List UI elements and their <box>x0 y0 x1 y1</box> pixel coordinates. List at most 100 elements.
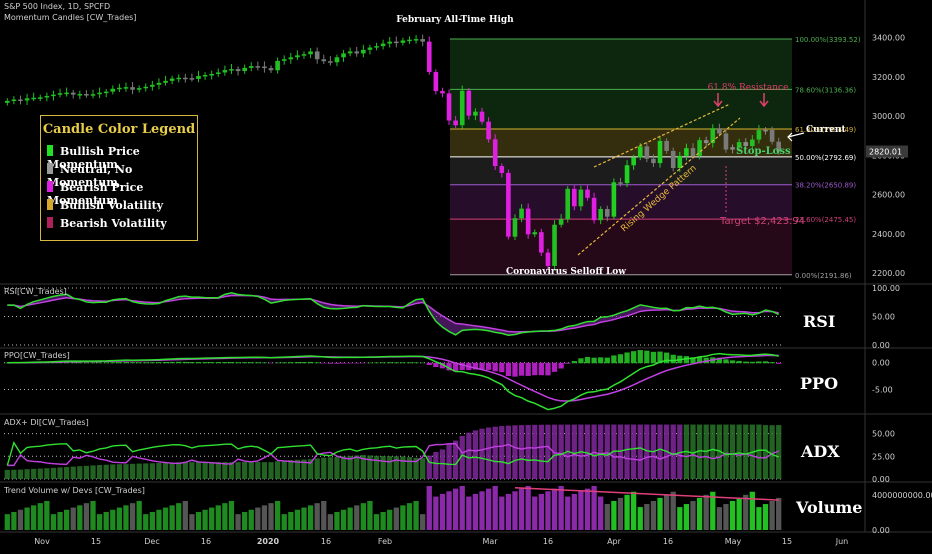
volume-bar <box>31 505 37 530</box>
candle-body <box>374 46 379 48</box>
volume-bar <box>347 507 353 530</box>
candle-body <box>572 188 577 207</box>
adx-bar <box>274 461 281 479</box>
candle-body <box>387 41 393 44</box>
chart-stage[interactable]: 100.00%(3393.52) 78.60%(3136.36) 61.80%(29… <box>0 0 932 550</box>
adx-bar <box>624 424 630 479</box>
ppo-histogram-bar <box>565 362 571 364</box>
volume-bar <box>307 505 314 530</box>
volume-bar <box>169 505 175 530</box>
ppo-histogram-bar <box>129 362 136 364</box>
candle-body <box>637 146 643 158</box>
selloff-low-label: Coronavirus Selloff Low <box>506 267 626 277</box>
legend-title: Candle Color Legend <box>42 122 196 137</box>
candle-body <box>77 94 83 96</box>
ppo-histogram-bar <box>387 362 393 364</box>
ppo-histogram-bar <box>110 362 116 364</box>
ppo-histogram-bar <box>268 362 274 364</box>
volume-bar <box>149 511 155 530</box>
volume-bar <box>136 500 142 530</box>
candle-body <box>163 80 168 83</box>
ppo-histogram-bar <box>149 362 155 364</box>
ppo-histogram-bar <box>499 362 505 373</box>
ppo-histogram-bar <box>406 362 413 364</box>
indicator-tick-label: 0.00 <box>872 341 890 350</box>
adx-bar <box>248 461 254 479</box>
volume-bar <box>182 500 188 530</box>
candle-body <box>393 41 399 44</box>
volume-bar <box>393 507 399 530</box>
adx-bar <box>472 430 479 479</box>
candle-body <box>486 121 491 140</box>
ppo-histogram-bar <box>571 361 577 364</box>
volume-bar <box>492 486 498 530</box>
volume-bar <box>44 500 50 530</box>
ppo-histogram-bar <box>624 352 630 364</box>
ppo-histogram-bar <box>373 362 380 364</box>
x-axis-tick-label: 16 <box>201 537 211 546</box>
candle-body <box>57 93 63 95</box>
candle-body <box>519 208 524 219</box>
ppo-histogram-bar <box>769 362 775 364</box>
x-axis-tick-label: 15 <box>782 537 792 546</box>
candle-body <box>275 60 280 71</box>
volume-bar <box>255 507 261 530</box>
adx-bar <box>195 462 202 479</box>
legend-swatch-magenta <box>47 181 53 192</box>
february-high-label: February All-Time High <box>396 15 514 25</box>
adx-bar <box>4 469 10 479</box>
candle-body <box>756 130 762 140</box>
candle-body <box>670 150 676 169</box>
candle-body <box>591 197 597 221</box>
candle-body <box>453 120 458 126</box>
adx-bar <box>571 424 577 479</box>
candle-body <box>618 182 623 184</box>
ppo-histogram-bar <box>195 362 202 364</box>
volume-bar <box>690 500 696 530</box>
candle-body <box>103 91 109 94</box>
chart-svg[interactable]: 100.00%(3393.52)78.60%(3136.36)61.80%(29… <box>0 0 932 550</box>
candle-body <box>314 51 320 60</box>
adx-bar <box>321 457 327 479</box>
adx-bar <box>499 426 505 479</box>
volume-bar <box>558 486 564 530</box>
adx-bar <box>670 424 676 479</box>
candle-body <box>763 129 768 132</box>
ppo-histogram-bar <box>485 362 492 370</box>
ppo-histogram-bar <box>123 362 129 364</box>
adx-bar <box>149 463 155 479</box>
candle-body <box>624 165 630 184</box>
volume-bar <box>17 509 24 530</box>
volume-bar <box>611 500 617 530</box>
ppo-histogram-bar <box>670 354 676 364</box>
adx-bar <box>176 462 182 479</box>
ppo-histogram-bar <box>545 362 551 376</box>
fib-level-label: 50.00%(2792.69) <box>795 154 856 162</box>
volume-bar <box>703 494 709 530</box>
volume-bar <box>670 491 676 530</box>
candle-body <box>532 232 538 235</box>
ppo-histogram-bar <box>598 357 604 364</box>
adx-bar <box>222 462 228 479</box>
volume-bar <box>637 507 643 530</box>
ppo-histogram-bar <box>433 362 439 368</box>
candle-body <box>479 111 485 122</box>
volume-bar <box>743 494 749 530</box>
volume-bar <box>683 504 690 530</box>
legend-label: Bullish Volatility <box>60 199 164 212</box>
candle-body <box>703 140 709 144</box>
adx-bar <box>479 428 485 479</box>
volume-bar <box>57 511 63 530</box>
candle-body <box>723 133 729 150</box>
candle-body <box>664 140 669 151</box>
candle-body <box>347 51 353 54</box>
legend-item-bullish-volatility: Bullish Volatility <box>47 199 163 213</box>
candle-body <box>150 84 155 87</box>
volume-bar <box>433 496 439 530</box>
volume-bar <box>261 505 268 530</box>
volume-bar <box>584 488 591 530</box>
ppo-histogram-bar <box>749 361 755 364</box>
ppo-histogram-bar <box>492 362 498 372</box>
ppo-signal-line <box>7 354 779 402</box>
legend-item-bearish-momentum: Bearish Price Momentum <box>47 181 197 207</box>
